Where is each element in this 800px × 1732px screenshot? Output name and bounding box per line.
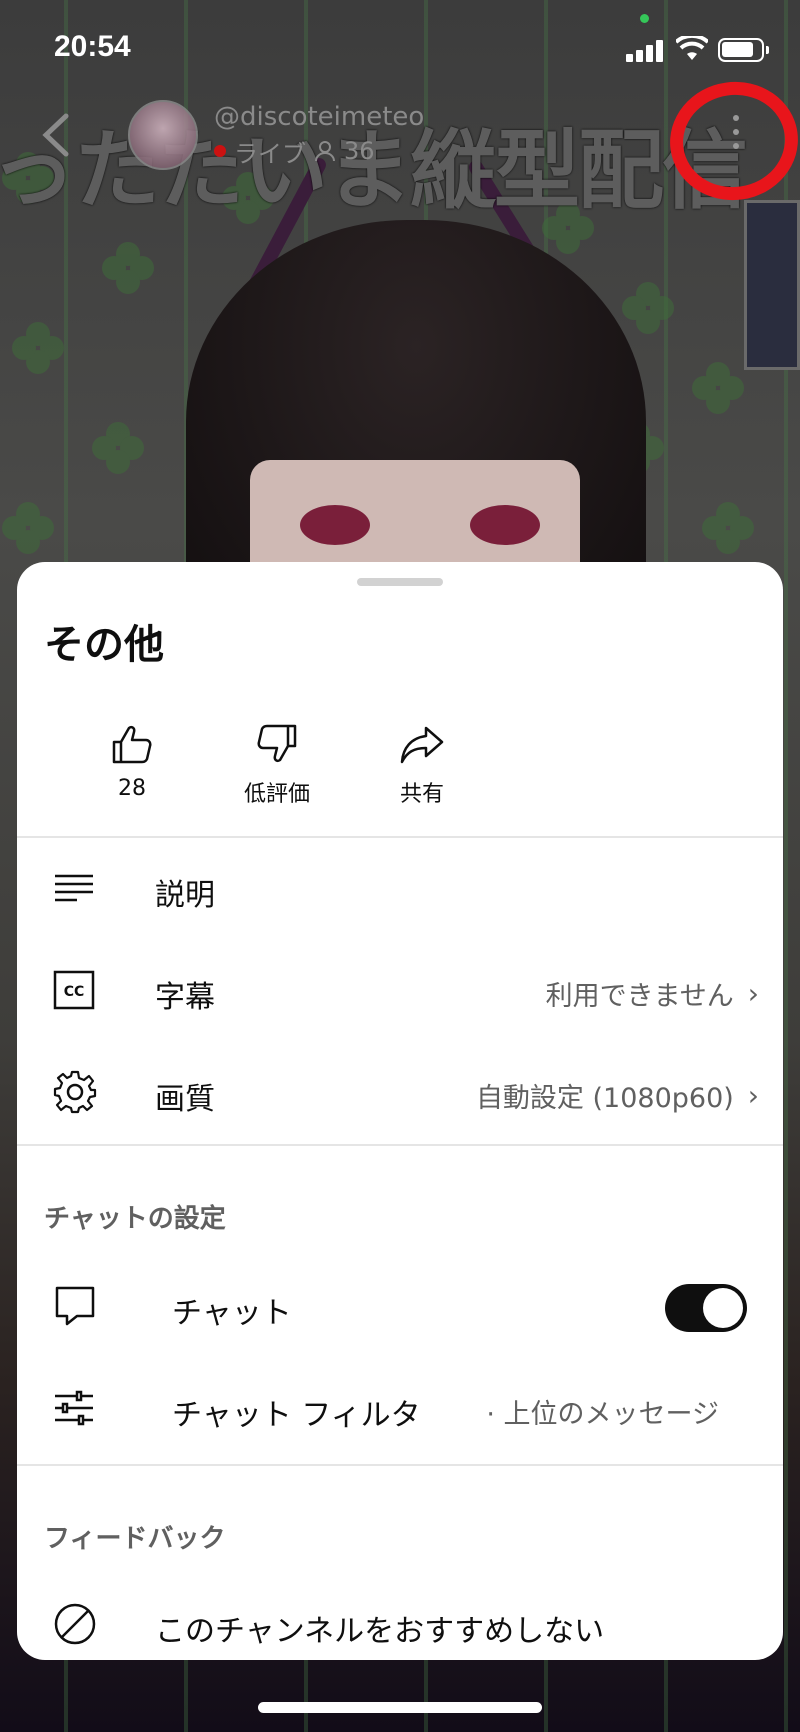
dislike-label: 低評価 [243, 782, 310, 807]
toggle-knob [703, 1288, 743, 1328]
quality-label: 画質 [155, 1082, 215, 1117]
clover-decoration [10, 320, 66, 376]
chat-settings-heading: チャットの設定 [44, 1204, 226, 1234]
dislike-button[interactable]: 低評価 [212, 722, 342, 808]
wall-picture [744, 200, 800, 370]
description-row[interactable]: 説明 [17, 844, 783, 934]
divider [17, 1464, 783, 1466]
chat-toggle-row[interactable]: チャット [17, 1262, 783, 1352]
feedback-heading: フィードバック [44, 1524, 226, 1554]
quality-value: 自動設定 (1080p60) › [476, 1076, 759, 1115]
character-eye [300, 505, 370, 545]
chat-label: チャット [172, 1296, 292, 1331]
divider [17, 836, 783, 838]
sliders-icon [55, 1390, 93, 1426]
action-row: 28 低評価 共有 [17, 722, 783, 832]
clover-decoration [100, 240, 156, 296]
clover-decoration [620, 280, 676, 336]
clover-decoration [0, 500, 56, 556]
description-icon [55, 874, 93, 902]
chat-filter-value: · 上位のメッセージ [486, 1399, 719, 1430]
home-indicator[interactable] [258, 1702, 542, 1713]
quality-setting: 自動設定 (1080p60) [475, 1083, 734, 1114]
captions-value: 利用できません › [546, 974, 759, 1013]
wifi-icon [676, 36, 708, 60]
clock: 20:54 [54, 30, 131, 63]
captions-row[interactable]: CC 字幕 利用できません › [17, 946, 783, 1036]
status-bar: 20:54 [0, 0, 800, 100]
chat-filter-label: チャット フィルタ [172, 1398, 421, 1433]
battery-level [722, 42, 753, 57]
live-label: ライブ [234, 139, 306, 168]
live-status: ライブ 36 [214, 136, 375, 168]
quality-row[interactable]: 画質 自動設定 (1080p60) › [17, 1048, 783, 1138]
viewer-person-icon [315, 141, 335, 162]
captions-label: 字幕 [155, 980, 215, 1015]
clover-decoration [90, 420, 146, 476]
more-options-sheet: その他 28 低評価 共有 説明 CC 字幕 利用できません › 画質 自動設定… [17, 562, 783, 1660]
chat-bubble-icon [55, 1286, 95, 1326]
character-eye [470, 505, 540, 545]
dont-recommend-row[interactable]: このチャンネルをおすすめしない [17, 1580, 783, 1660]
description-label: 説明 [155, 878, 215, 913]
thumbs-up-icon [112, 725, 152, 764]
share-button[interactable]: 共有 [357, 722, 487, 808]
chevron-right-icon: › [747, 977, 759, 1010]
sheet-title: その他 [44, 622, 164, 668]
chat-filter-row[interactable]: チャット フィルタ · 上位のメッセージ [17, 1364, 783, 1454]
captions-status: 利用できません [545, 981, 734, 1012]
block-icon [54, 1603, 96, 1645]
share-icon [400, 726, 444, 764]
live-dot-icon [214, 145, 226, 157]
svg-text:CC: CC [64, 984, 85, 1000]
channel-avatar[interactable] [128, 100, 198, 170]
divider [17, 1144, 783, 1146]
dont-recommend-label: このチャンネルをおすすめしない [155, 1614, 605, 1649]
back-arrow-icon[interactable] [36, 110, 76, 160]
share-label: 共有 [399, 782, 444, 807]
viewer-count: 36 [344, 137, 375, 165]
sheet-grab-handle[interactable] [357, 578, 443, 586]
cellular-signal-icon [626, 38, 666, 62]
like-count: 28 [118, 776, 146, 801]
chat-toggle[interactable] [665, 1284, 747, 1332]
clover-decoration [700, 500, 756, 556]
channel-handle[interactable]: @discoteimeteo [214, 102, 424, 132]
closed-captions-icon: CC [53, 970, 95, 1010]
camera-indicator-icon [640, 14, 649, 23]
gear-icon [53, 1070, 97, 1114]
battery-icon [718, 38, 769, 62]
thumbs-down-icon [257, 724, 297, 763]
chevron-right-icon: › [747, 1079, 759, 1112]
clover-decoration [690, 360, 746, 416]
like-button[interactable]: 28 [67, 722, 197, 801]
